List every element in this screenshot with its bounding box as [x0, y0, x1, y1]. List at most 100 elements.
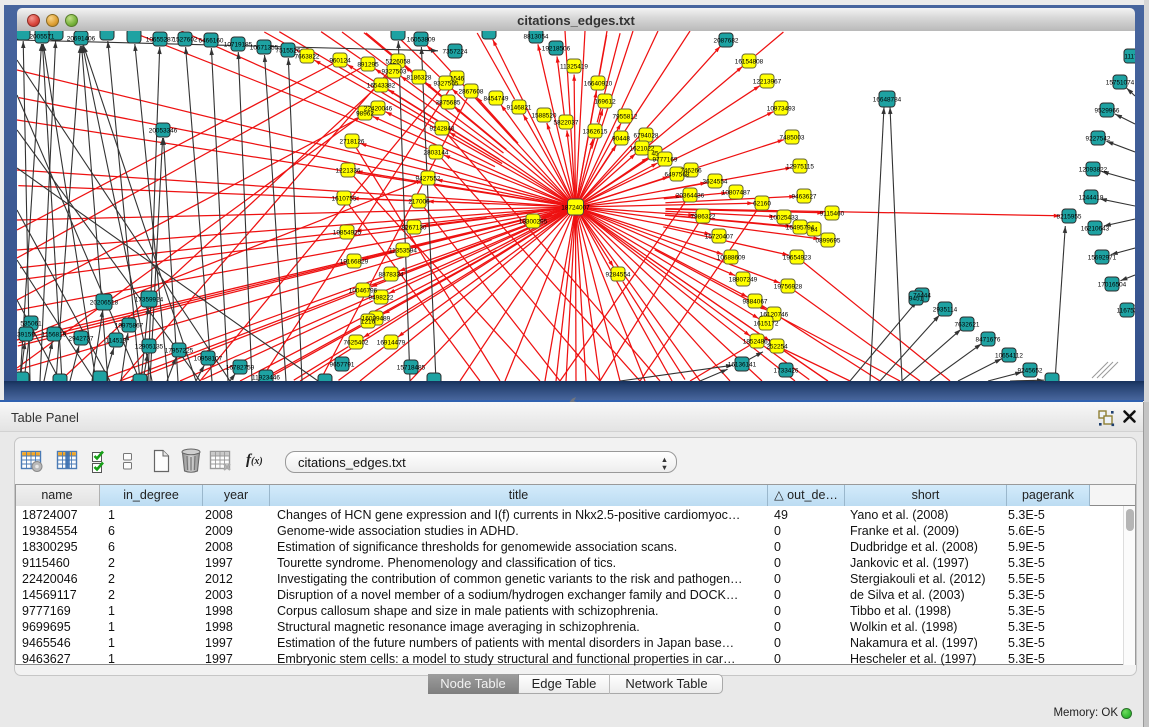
svg-text:17957225: 17957225 [165, 348, 194, 355]
svg-text:16053809: 16053809 [407, 37, 436, 44]
svg-text:8454749: 8454749 [484, 96, 509, 103]
svg-text:20053346: 20053346 [149, 128, 178, 135]
svg-text:217006: 217006 [408, 199, 430, 206]
svg-text:3875685: 3875685 [436, 100, 461, 107]
svg-text:20364436: 20364436 [676, 193, 705, 200]
svg-text:2718126: 2718126 [340, 139, 365, 146]
svg-text:18724007: 18724007 [561, 205, 590, 212]
svg-text:1156819: 1156819 [42, 332, 67, 339]
svg-text:10719185: 10719185 [224, 42, 253, 49]
svg-text:10688609: 10688609 [717, 255, 746, 262]
svg-text:7485003: 7485003 [780, 135, 805, 142]
svg-text:19975867: 19975867 [115, 323, 144, 330]
svg-text:9227542: 9227542 [1086, 136, 1111, 143]
svg-text:6466160: 6466160 [199, 38, 224, 45]
svg-text:19166829: 19166829 [340, 259, 369, 266]
svg-text:7955812: 7955812 [613, 114, 638, 121]
svg-text:10958107: 10958107 [194, 356, 223, 363]
svg-text:10807487: 10807487 [722, 190, 751, 197]
svg-text:1216: 1216 [361, 319, 376, 326]
svg-text:1117: 1117 [1124, 54, 1135, 61]
svg-text:5822037: 5822037 [554, 120, 579, 127]
svg-text:19218506: 19218506 [542, 46, 571, 53]
svg-text:7357224: 7357224 [443, 49, 468, 56]
svg-text:15720407: 15720407 [705, 234, 734, 241]
svg-text:16914479: 16914479 [377, 340, 406, 347]
svg-text:1527602: 1527602 [173, 37, 198, 44]
svg-text:9242848: 9242848 [430, 126, 455, 133]
svg-text:16543382: 16543382 [367, 83, 396, 90]
svg-text:1221336: 1221336 [336, 168, 361, 175]
svg-text:10046796: 10046796 [349, 288, 378, 295]
svg-text:8215955: 8215955 [1057, 214, 1082, 221]
svg-text:16120746: 16120746 [760, 312, 789, 319]
svg-text:9427552: 9427552 [416, 176, 441, 183]
svg-text:39159: 39159 [17, 332, 35, 339]
svg-text:16210643: 16210643 [1081, 226, 1110, 233]
svg-text:2935114: 2935114 [933, 307, 958, 314]
svg-text:960124: 960124 [329, 58, 351, 65]
svg-text:3624554: 3624554 [703, 179, 728, 186]
svg-text:8267130: 8267130 [402, 225, 427, 232]
svg-text:9327505: 9327505 [434, 81, 459, 88]
svg-text:891295: 891295 [357, 62, 379, 69]
svg-text:5226058: 5226058 [386, 59, 411, 66]
svg-text:2942737: 2942737 [69, 336, 94, 343]
svg-text:17016504: 17016504 [1098, 282, 1127, 289]
svg-text:84: 84 [810, 227, 818, 234]
svg-text:15692971: 15692971 [1088, 255, 1117, 262]
svg-text:1615172: 1615172 [754, 321, 779, 328]
svg-text:2005571: 2005571 [30, 34, 55, 41]
svg-text:16136141: 16136141 [728, 362, 757, 369]
svg-text:90448: 90448 [612, 136, 630, 143]
svg-text:11325419: 11325419 [560, 64, 588, 71]
svg-text:9146821: 9146821 [507, 105, 532, 112]
svg-text:7986322: 7986322 [691, 214, 716, 221]
svg-text:9284554: 9284554 [606, 272, 631, 279]
svg-text:20691406: 20691406 [67, 36, 96, 43]
svg-text:9884067: 9884067 [743, 299, 768, 306]
svg-text:2867608: 2867608 [459, 89, 484, 96]
svg-text:12905135: 12905135 [135, 344, 164, 351]
svg-text:8878334: 8878334 [379, 272, 404, 279]
svg-text:19756928: 19756928 [774, 284, 803, 291]
svg-text:10654112: 10654112 [995, 353, 1023, 360]
svg-text:6497568: 6497568 [665, 172, 690, 179]
svg-text:17359924: 17359924 [135, 297, 164, 304]
svg-text:16154808: 16154808 [735, 59, 764, 66]
svg-text:7663822: 7663822 [295, 54, 320, 61]
svg-text:9451: 9451 [909, 296, 924, 303]
svg-text:0899695: 0899695 [816, 238, 841, 245]
svg-text:1588520: 1588520 [532, 113, 557, 120]
svg-text:15718485: 15718485 [397, 365, 426, 372]
svg-text:9657791: 9657791 [330, 362, 355, 369]
svg-text:9529966: 9529966 [1095, 108, 1120, 115]
svg-text:19854925: 19854925 [333, 230, 362, 237]
svg-text:12093822: 12093822 [1079, 167, 1108, 174]
svg-text:9463627: 9463627 [792, 194, 817, 201]
svg-text:98962: 98962 [356, 111, 374, 118]
svg-text:1733426: 1733426 [774, 368, 799, 375]
svg-text:1610755: 1610755 [332, 196, 357, 203]
svg-text:535061: 535061 [20, 321, 42, 328]
svg-text:19654923: 19654923 [783, 255, 812, 262]
svg-text:10973493: 10973493 [767, 106, 796, 113]
svg-text:116753: 116753 [1117, 308, 1135, 315]
svg-text:12213967: 12213967 [753, 79, 782, 86]
svg-text:7625402: 7625402 [344, 340, 369, 347]
svg-text:9498222: 9498222 [369, 295, 394, 302]
svg-text:10025433: 10025433 [770, 215, 799, 222]
svg-text:7632621: 7632621 [955, 322, 980, 329]
svg-text:15751074: 15751074 [1106, 80, 1135, 87]
svg-text:62160: 62160 [753, 201, 771, 208]
svg-text:8813054: 8813054 [524, 34, 549, 41]
svg-text:16648784: 16648784 [873, 97, 902, 104]
svg-text:2087682: 2087682 [714, 38, 739, 45]
svg-text:9777169: 9777169 [653, 157, 678, 164]
svg-text:169612: 169612 [594, 99, 616, 106]
svg-text:16640910: 16640910 [584, 81, 613, 88]
svg-text:6794028: 6794028 [634, 133, 659, 140]
svg-text:11353594: 11353594 [389, 248, 417, 255]
svg-text:252254: 252254 [766, 344, 788, 351]
svg-text:1362615: 1362615 [583, 129, 608, 136]
